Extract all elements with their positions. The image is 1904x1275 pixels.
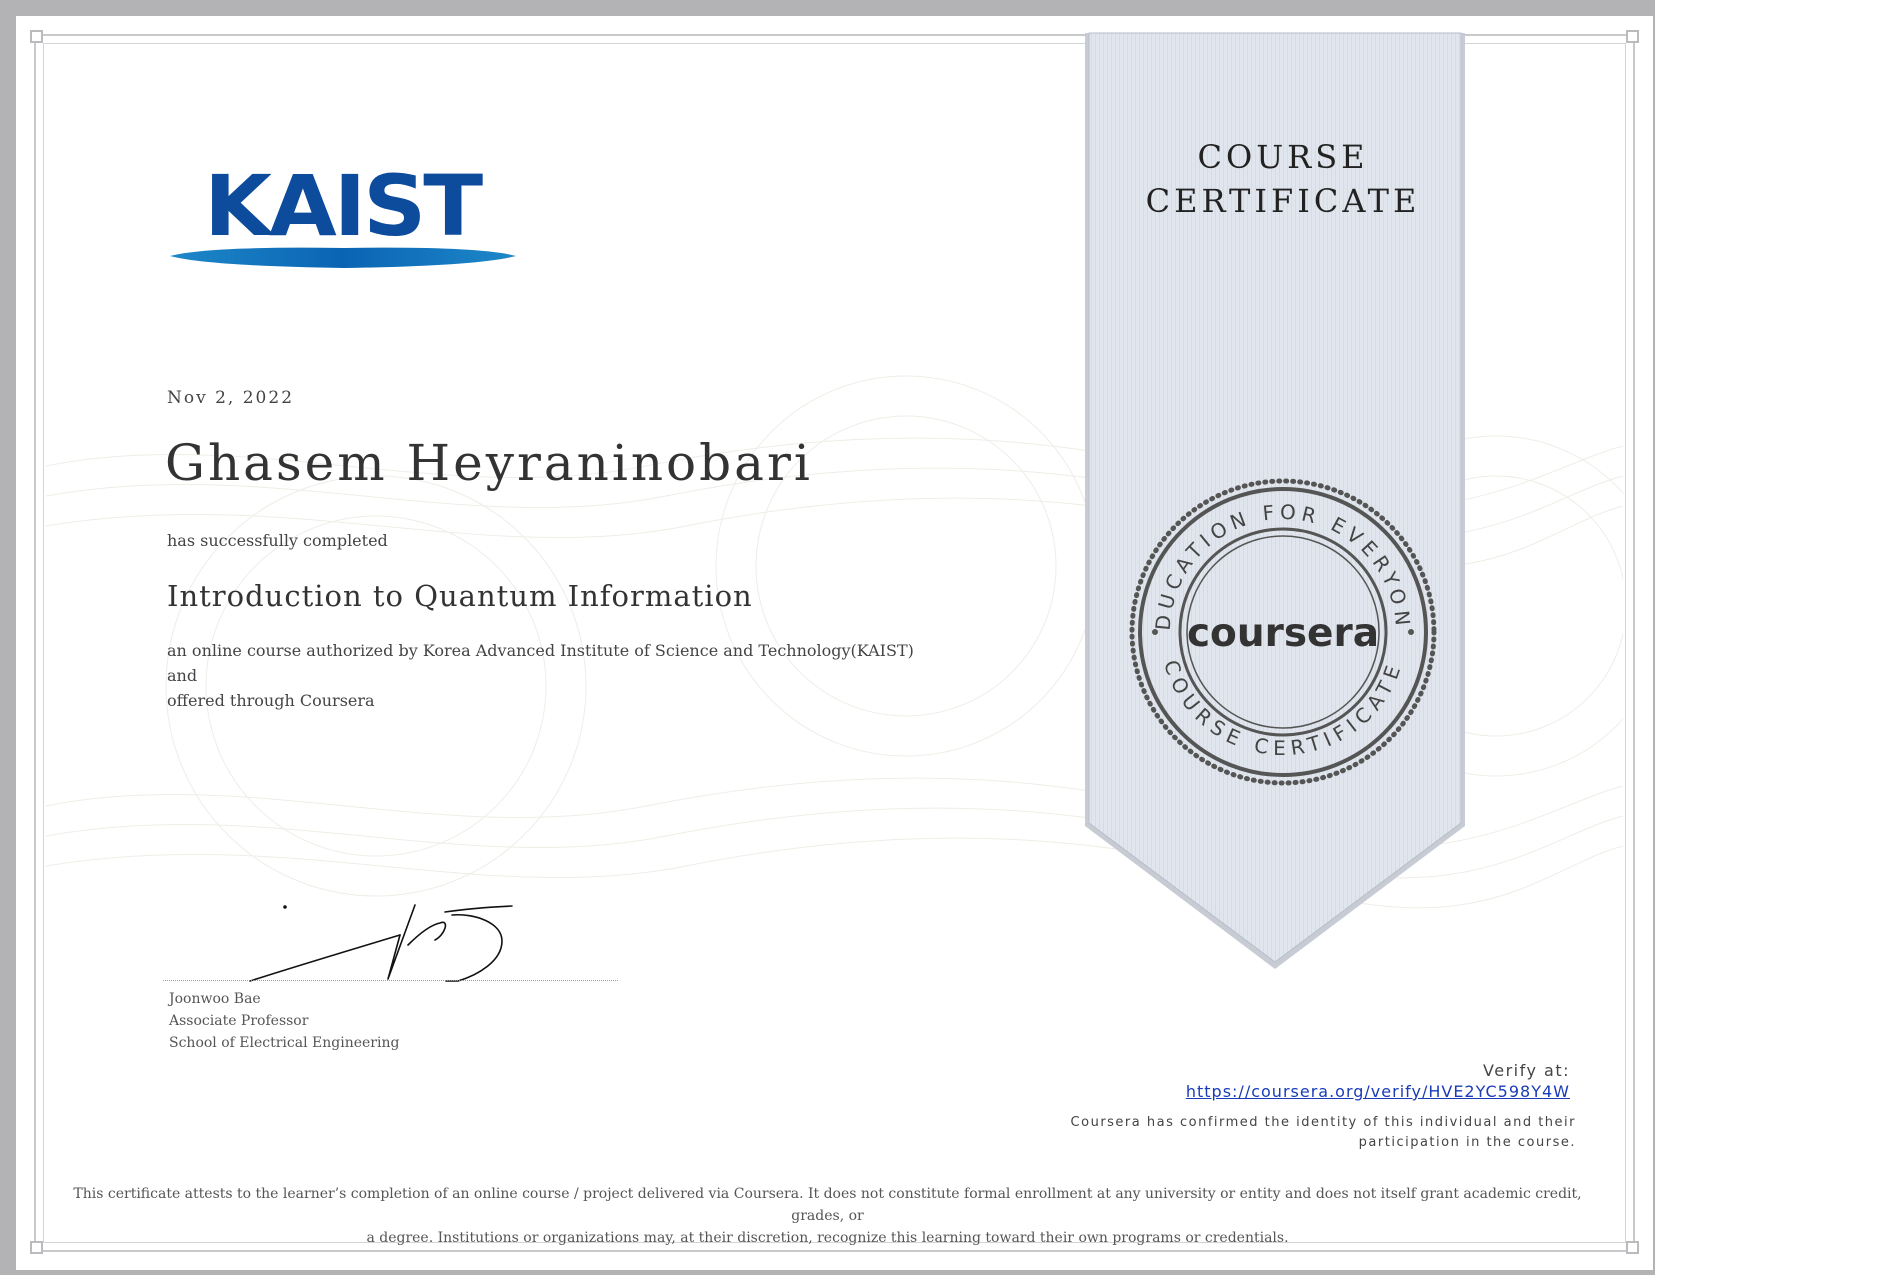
ribbon-title-line-1: COURSE xyxy=(1197,138,1369,176)
corner-ornament-top-left xyxy=(30,30,43,43)
course-title: Introduction to Quantum Information xyxy=(167,579,753,613)
disclaimer: This certificate attests to the learner’… xyxy=(60,1183,1595,1249)
recipient-name: Ghasem Heyraninobari xyxy=(165,434,813,492)
seal-top-text: EDUCATION FOR EVERYONE xyxy=(1126,475,1410,631)
course-description-line-1: an online course authorized by Korea Adv… xyxy=(167,641,914,685)
kaist-logo: KAIST xyxy=(170,158,516,268)
verify-link[interactable]: https://coursera.org/verify/HVE2YC598Y4W xyxy=(1186,1082,1570,1101)
signature-line xyxy=(163,980,618,981)
verify-block: Verify at: https://coursera.org/verify/H… xyxy=(1186,1061,1570,1101)
disclaimer-line-2: a degree. Institutions or organizations … xyxy=(366,1230,1289,1246)
verify-label: Verify at: xyxy=(1483,1061,1570,1080)
course-description-line-2: offered through Coursera xyxy=(167,691,375,710)
disclaimer-line-1: This certificate attests to the learner’… xyxy=(73,1186,1582,1224)
signer-title: Associate Professor xyxy=(169,1013,309,1029)
identity-statement-line-1: Coursera has confirmed the identity of t… xyxy=(1070,1115,1576,1130)
signature xyxy=(249,904,513,982)
identity-statement-line-2: participation in the course. xyxy=(1358,1135,1576,1150)
signer-name: Joonwoo Bae xyxy=(169,991,261,1007)
corner-ornament-bottom-right xyxy=(1626,1241,1639,1254)
completion-statement: has successfully completed xyxy=(167,531,388,550)
ribbon-title-line-2: CERTIFICATE xyxy=(1145,182,1421,220)
course-description: an online course authorized by Korea Adv… xyxy=(167,638,947,713)
corner-ornament-bottom-left xyxy=(30,1241,43,1254)
kaist-wordmark: KAIST xyxy=(204,158,483,255)
signer-block: Joonwoo Bae Associate Professor School o… xyxy=(169,988,399,1054)
coursera-seal: EDUCATION FOR EVERYONE COURSE CERTIFICAT… xyxy=(1126,475,1437,786)
signer-department: School of Electrical Engineering xyxy=(169,1035,400,1051)
identity-statement: Coursera has confirmed the identity of t… xyxy=(1016,1113,1576,1153)
corner-ornament-top-right xyxy=(1626,30,1639,43)
svg-text:EDUCATION FOR EVERYONE: EDUCATION FOR EVERYONE xyxy=(1126,475,1415,631)
seal-center-text: coursera xyxy=(1187,611,1379,656)
ribbon-title: COURSE CERTIFICATE xyxy=(1083,135,1483,223)
issue-date: Nov 2, 2022 xyxy=(167,388,295,408)
